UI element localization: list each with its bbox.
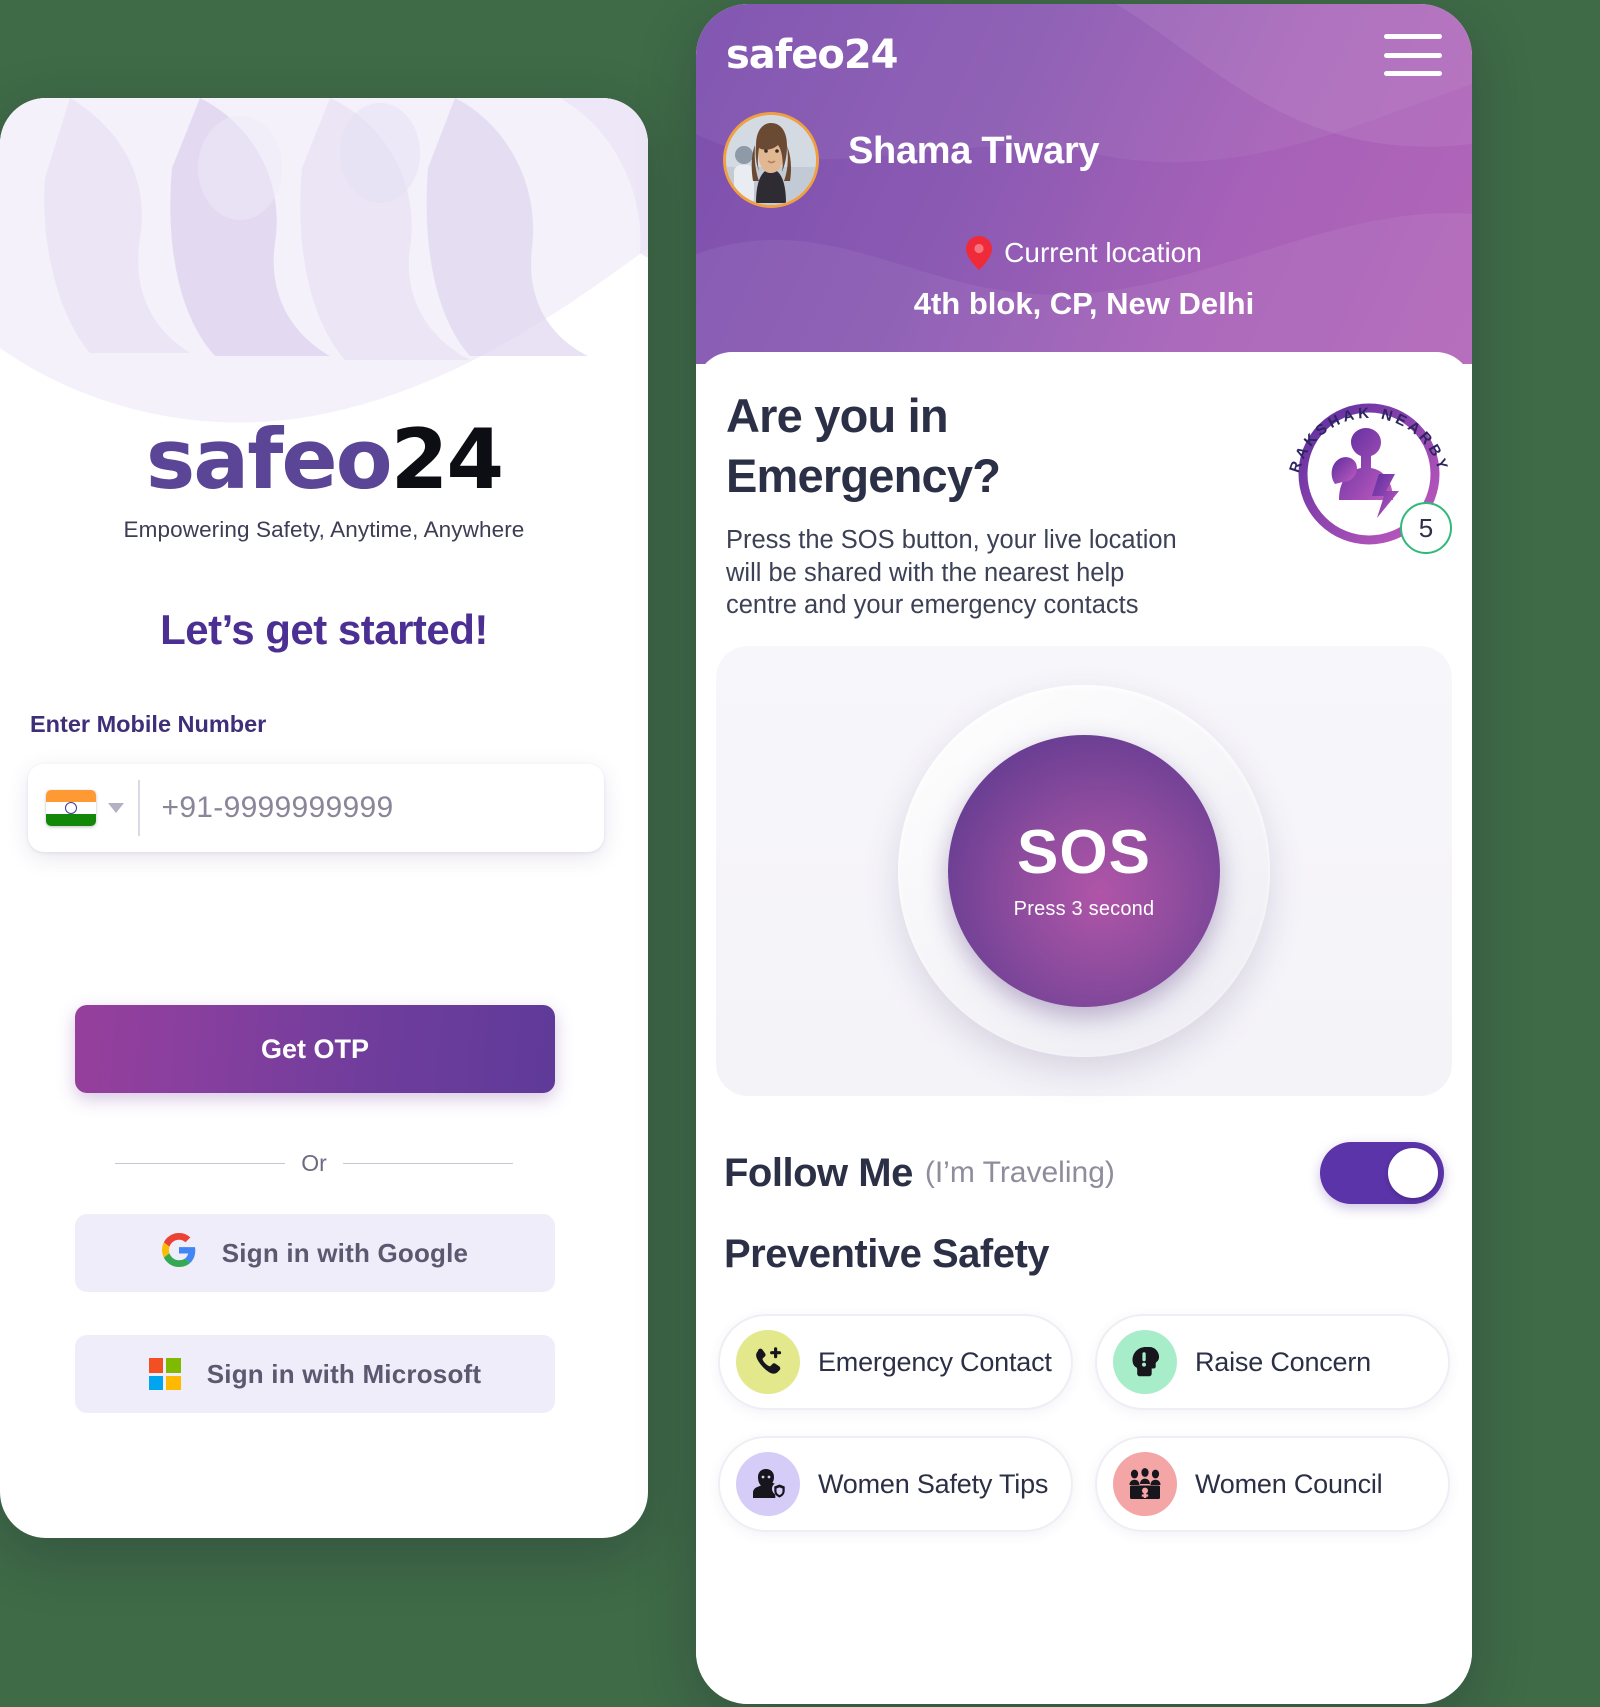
sos-button-label: SOS [1017, 817, 1151, 887]
sos-button-hint: Press 3 second [1013, 897, 1155, 920]
woman-shield-icon [736, 1452, 800, 1516]
emergency-heading-line1: Are you in [726, 389, 949, 442]
safety-card-label: Raise Concern [1195, 1346, 1371, 1377]
follow-me-title: Follow Me [724, 1150, 913, 1195]
safety-card-label: Emergency Contact [818, 1346, 1052, 1377]
page-title: Let’s get started! [160, 606, 488, 653]
safety-card-raise-concern[interactable]: Raise Concern [1095, 1314, 1450, 1410]
login-screen: safeo24 Empowering Safety, Anytime, Anyw… [0, 98, 648, 1538]
sos-button[interactable]: SOS Press 3 second [948, 735, 1220, 1007]
chevron-down-icon[interactable] [108, 803, 124, 813]
brand-tagline: Empowering Safety, Anytime, Anywhere [123, 517, 525, 542]
microsoft-icon [148, 1358, 181, 1390]
logo-text-safeo: safeo [145, 411, 393, 508]
avatar[interactable] [723, 112, 819, 208]
app-logo: safeo24 [0, 418, 648, 501]
screenshot-stage: safeo24 Empowering Safety, Anytime, Anyw… [0, 0, 1600, 1707]
divider-line-left [115, 1162, 286, 1165]
or-divider: Or [115, 1150, 513, 1177]
council-icon [1113, 1452, 1177, 1516]
mobile-number-field[interactable]: +91-9999999999 [28, 764, 604, 852]
preventive-safety-grid: Emergency Contact Raise Concern Women Sa… [718, 1314, 1450, 1558]
hero-silhouette-illustration [0, 98, 648, 428]
sign-in-with-microsoft-button[interactable]: Sign in with Microsoft [75, 1335, 555, 1413]
field-divider [138, 780, 140, 836]
mobile-number-input-placeholder[interactable]: +91-9999999999 [162, 791, 394, 825]
rakshak-nearby-badge[interactable]: RAKSHAK NEARBY 5 [1274, 370, 1464, 560]
google-icon [161, 1232, 196, 1274]
emergency-heading: Are you in Emergency? [726, 386, 1001, 506]
safety-card-label: Women Council [1195, 1468, 1383, 1499]
emergency-description: Press the SOS button, your live location… [726, 526, 1177, 620]
safety-card-emergency-contact[interactable]: Emergency Contact [718, 1314, 1073, 1410]
safety-card-women-council[interactable]: Women Council [1095, 1436, 1450, 1532]
dashboard-body: Are you in Emergency? Press the SOS butt… [696, 352, 1472, 1704]
app-logo: safeo24 [726, 32, 898, 78]
hamburger-menu-icon[interactable] [1384, 34, 1442, 76]
dashboard-header: safeo24 Shama Tiwary Current location 4t… [696, 4, 1472, 364]
head-alert-icon [1113, 1330, 1177, 1394]
brand-logo-block: safeo24 Empowering Safety, Anytime, Anyw… [0, 418, 648, 543]
phone-plus-icon [736, 1330, 800, 1394]
mobile-number-label: Enter Mobile Number [30, 711, 267, 737]
map-pin-icon [966, 236, 993, 270]
location-address: 4th blok, CP, New Delhi [913, 286, 1255, 321]
user-name: Shama Tiwary [848, 130, 1100, 172]
toggle-knob [1388, 1148, 1438, 1198]
follow-me-row: Follow Me (I’m Traveling) [724, 1142, 1444, 1204]
microsoft-button-label: Sign in with Microsoft [206, 1358, 482, 1389]
safety-card-label: Women Safety Tips [818, 1468, 1049, 1499]
get-otp-button[interactable]: Get OTP [75, 1005, 555, 1093]
divider-line-right [342, 1162, 513, 1165]
sos-card: SOS Press 3 second [716, 646, 1452, 1096]
safety-card-row: Women Safety Tips Women Council [718, 1436, 1450, 1532]
current-location-row: Current location [696, 236, 1472, 270]
follow-me-subtitle: (I’m Traveling) [924, 1156, 1115, 1189]
divider-label: Or [301, 1150, 327, 1176]
logo-text-24: 24 [390, 411, 505, 508]
dashboard-screen: safeo24 Shama Tiwary Current location 4t… [696, 4, 1472, 1704]
rakshak-count-badge: 5 [1400, 502, 1452, 554]
current-location-label: Current location [1004, 237, 1202, 268]
safety-card-row: Emergency Contact Raise Concern [718, 1314, 1450, 1410]
follow-me-toggle[interactable] [1320, 1142, 1444, 1204]
sos-outer-ring: SOS Press 3 second [898, 685, 1270, 1057]
preventive-safety-title: Preventive Safety [724, 1232, 1050, 1276]
safety-card-women-safety-tips[interactable]: Women Safety Tips [718, 1436, 1073, 1532]
sign-in-with-google-button[interactable]: Sign in with Google [75, 1214, 555, 1292]
emergency-heading-line2: Emergency? [726, 449, 1001, 503]
google-button-label: Sign in with Google [221, 1237, 469, 1268]
india-flag-icon [46, 790, 96, 826]
